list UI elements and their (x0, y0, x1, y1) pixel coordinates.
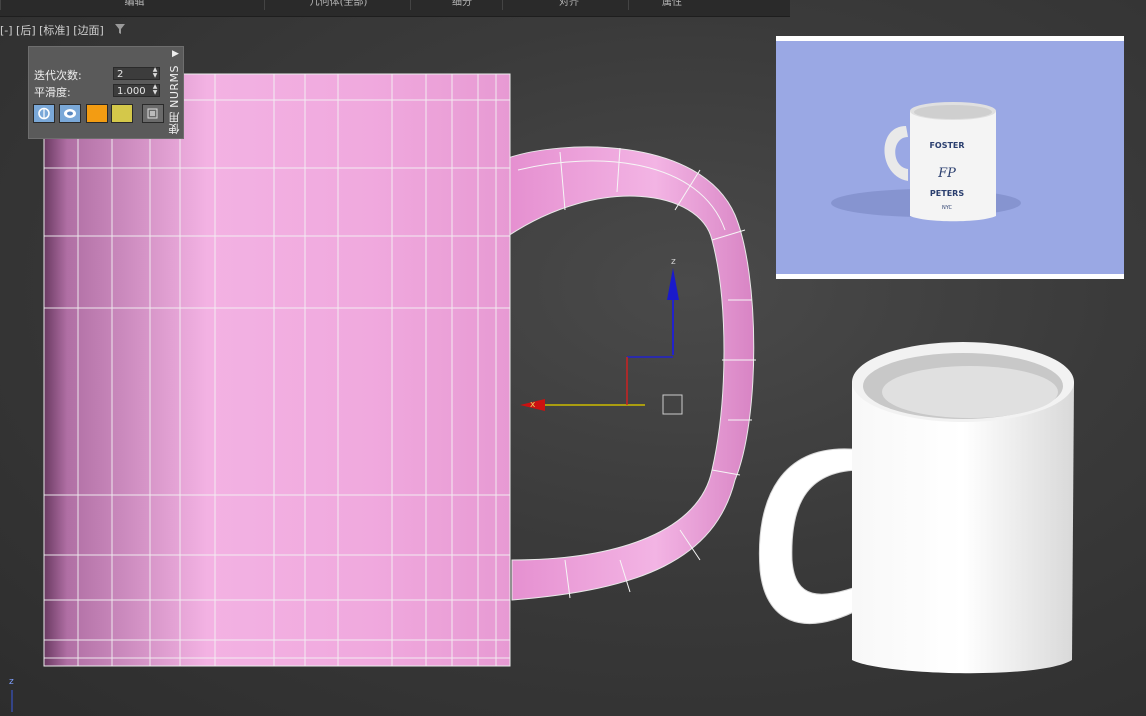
iso-line-toggle-button[interactable] (33, 104, 55, 123)
nurms-panel: 迭代次数: 2 ▲ ▼ 平滑度: 1.000 ▲ ▼ ▶ 使用 NURMS (28, 46, 184, 139)
smooth-result-icon (64, 109, 76, 118)
smooth-result-toggle-button[interactable] (59, 104, 81, 123)
corner-axis-label: z (9, 677, 14, 687)
white-mug-render (758, 342, 1074, 674)
logo-monogram: FP (937, 166, 956, 181)
smoothness-label: 平滑度: (34, 86, 71, 99)
smoothness-spinner-icon[interactable]: ▲ ▼ (150, 84, 160, 97)
logo-sub: NYC (942, 205, 953, 211)
iso-line-icon (38, 107, 50, 120)
logo-text-top: FOSTER (929, 141, 964, 150)
iterations-spinner-icon[interactable]: ▲ ▼ (150, 67, 160, 80)
pink-mug-body[interactable] (43, 73, 511, 667)
reference-mug-image: FOSTER FP PETERS NYC (831, 102, 1021, 222)
use-nurms-label[interactable]: 使用 NURMS (167, 65, 183, 135)
gear-icon (147, 108, 158, 119)
transform-gizmo[interactable]: x z (520, 257, 683, 415)
gizmo-center-handle[interactable] (662, 394, 683, 415)
pink-mug-handle[interactable] (507, 146, 756, 601)
panel-expand-arrow-icon[interactable]: ▶ (172, 49, 179, 59)
selection-color-button[interactable] (111, 104, 133, 123)
iterations-label: 迭代次数: (34, 69, 82, 82)
gizmo-z-label: z (671, 257, 676, 267)
gizmo-z-arrow[interactable] (667, 268, 679, 300)
corner-axis-indicator: z (9, 677, 14, 712)
gizmo-x-label: x (530, 400, 536, 410)
reference-photo: FOSTER FP PETERS NYC (776, 36, 1124, 279)
cage-color-button[interactable] (86, 104, 108, 123)
logo-text-bottom: PETERS (930, 189, 964, 198)
reference-photo-background: FOSTER FP PETERS NYC (776, 41, 1124, 274)
settings-button[interactable] (142, 104, 164, 123)
